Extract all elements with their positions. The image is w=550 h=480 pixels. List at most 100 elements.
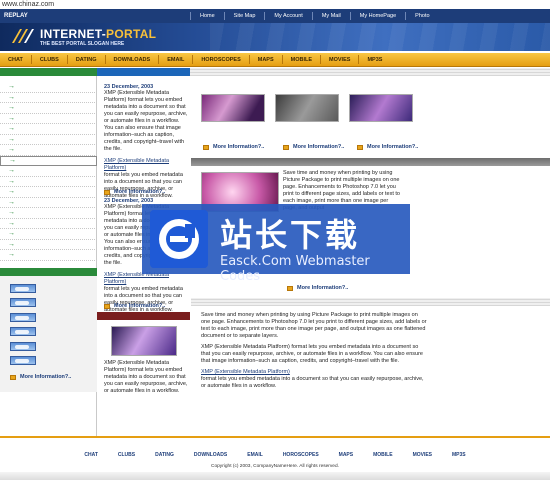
news-link[interactable]: XMP (Extensible Metadata Platform) <box>104 158 188 172</box>
list-item[interactable]: → <box>0 114 97 124</box>
footer-bottom-bar <box>0 472 550 480</box>
footer-nav-dating[interactable]: DATING <box>145 452 184 458</box>
footer-nav-downloads[interactable]: DOWNLOADS <box>184 452 237 458</box>
list-item[interactable]: → <box>0 250 97 261</box>
bullet-icon <box>287 285 293 291</box>
list-item[interactable]: → <box>0 145 97 156</box>
news-text: XMP (Extensible Metadata Platform) forma… <box>104 90 188 152</box>
link-home[interactable]: Home <box>191 13 224 19</box>
bullet-icon <box>357 144 363 150</box>
nav-dating[interactable]: DATING <box>68 57 105 63</box>
link-site-map[interactable]: Site Map <box>225 13 265 19</box>
thumbnail-image[interactable] <box>10 298 36 307</box>
arrow-right-icon: → <box>8 240 15 248</box>
thumbnail-image[interactable] <box>10 313 36 322</box>
top-utility-bar: REPLAY Home Site Map My Account My Mail … <box>0 9 550 23</box>
footer-nav-horoscopes[interactable]: HOROSCOPES <box>273 452 329 458</box>
nav-chat[interactable]: CHAT <box>0 57 31 63</box>
article-body: Save time and money when printing by usi… <box>201 312 427 390</box>
gallery-photo[interactable] <box>275 94 339 122</box>
left-thumbnail-panel: More Information?.. <box>0 276 97 392</box>
more-label: More Information?.. <box>297 285 349 291</box>
footer-nav-email[interactable]: EMAIL <box>237 452 273 458</box>
title-part-a: INTERNET- <box>40 27 107 41</box>
nav-email[interactable]: EMAIL <box>159 57 192 63</box>
list-item[interactable]: → <box>0 240 97 250</box>
arrow-right-icon: → <box>8 230 15 238</box>
news-text: format lets you embed metadata into a do… <box>104 172 183 199</box>
list-item[interactable]: → <box>0 93 97 103</box>
more-label: More Information?.. <box>114 303 166 309</box>
nav-downloads[interactable]: DOWNLOADS <box>106 57 159 63</box>
gray-divider-band <box>191 298 550 306</box>
link-photo[interactable]: Photo <box>406 13 438 19</box>
feature-more-link[interactable]: More Information?.. <box>287 285 348 291</box>
nav-movies[interactable]: MOVIES <box>321 57 358 63</box>
feature-photo[interactable] <box>111 326 177 356</box>
article-text: format lets you embed metadata into a do… <box>201 376 424 389</box>
list-item[interactable]: → <box>0 103 97 114</box>
left-green-bar <box>0 268 97 276</box>
thumbnail-image[interactable] <box>10 342 36 351</box>
news-link[interactable]: XMP (Extensible Metadata Platform) <box>104 272 188 286</box>
footer-nav-mobile[interactable]: MOBILE <box>363 452 402 458</box>
link-my-account[interactable]: My Account <box>265 13 311 19</box>
arrow-right-icon: → <box>8 209 15 217</box>
list-item[interactable]: → <box>0 82 97 93</box>
arrow-right-icon: → <box>8 135 15 143</box>
list-item[interactable]: → <box>0 177 97 187</box>
arrow-right-icon: → <box>8 251 15 259</box>
gallery-more-link-1[interactable]: More Information?.. <box>203 144 264 150</box>
more-label: More Information?.. <box>367 144 419 150</box>
footer-nav-movies[interactable]: MOVIES <box>403 452 442 458</box>
link-my-homepage[interactable]: My HomePage <box>351 13 405 19</box>
nav-maps[interactable]: MAPS <box>250 57 282 63</box>
thumbnail-image[interactable] <box>10 356 36 365</box>
gallery-more-link-3[interactable]: More Information?.. <box>357 144 418 150</box>
list-item[interactable]: → <box>0 135 97 145</box>
arrow-right-icon: → <box>8 198 15 206</box>
list-item[interactable]: → <box>0 219 97 229</box>
footer-nav-mp3s[interactable]: MP3S <box>442 452 476 458</box>
list-item[interactable]: → <box>0 208 97 219</box>
left-more-link[interactable]: More Information?.. <box>10 374 71 380</box>
nav-horoscopes[interactable]: HOROSCOPES <box>193 57 248 63</box>
footer-nav-chat[interactable]: CHAT <box>74 452 108 458</box>
arrow-right-icon: → <box>8 177 15 185</box>
list-item[interactable]: → <box>0 198 97 208</box>
gallery-photo[interactable] <box>201 94 265 122</box>
portal-logo-icon <box>12 29 34 43</box>
news-text: format lets you embed metadata into a do… <box>104 286 183 313</box>
middle-more-link-1[interactable]: More Information?.. <box>104 189 165 195</box>
middle-more-link-2[interactable]: More Information?.. <box>104 303 165 309</box>
nav-clubs[interactable]: CLUBS <box>32 57 67 63</box>
left-column: → → → → → → → → → → → → → → → → → More I… <box>0 76 97 436</box>
gallery-photo[interactable] <box>349 94 413 122</box>
nav-mp3s[interactable]: MP3S <box>359 57 390 63</box>
link-my-mail[interactable]: My Mail <box>313 13 350 19</box>
arrow-right-icon: → <box>8 167 15 175</box>
watermark-overlay: 站长下载 Easck.Com Webmaster Codes <box>142 204 410 284</box>
more-label: More Information?.. <box>20 374 72 380</box>
article-link[interactable]: XMP (Extensible Metadata Platform) <box>201 369 427 376</box>
more-label: More Information?.. <box>213 144 265 150</box>
list-item[interactable]: → <box>0 229 97 240</box>
arrow-right-icon: → <box>8 93 15 101</box>
list-item-selected[interactable]: → <box>0 155 97 166</box>
arrow-right-icon: → <box>8 188 15 196</box>
news-block-1: 23 December, 2003 XMP (Extensible Metada… <box>104 84 188 200</box>
site-title[interactable]: INTERNET-PORTAL <box>40 27 156 41</box>
replay-label: REPLAY <box>4 13 28 19</box>
footer-nav: CHAT CLUBS DATING DOWNLOADS EMAIL HOROSC… <box>0 450 550 460</box>
list-item[interactable]: → <box>0 166 97 177</box>
footer-nav-maps[interactable]: MAPS <box>329 452 363 458</box>
list-item[interactable]: → <box>0 187 97 198</box>
footer-nav-clubs[interactable]: CLUBS <box>108 452 145 458</box>
thumbnail-image[interactable] <box>10 327 36 336</box>
arrow-right-icon: → <box>8 104 15 112</box>
thumbnail-image[interactable] <box>10 284 36 293</box>
nav-mobile[interactable]: MOBILE <box>283 57 320 63</box>
arrow-right-icon: → <box>8 83 15 91</box>
gallery-more-link-2[interactable]: More Information?.. <box>283 144 344 150</box>
list-item[interactable]: → <box>0 124 97 135</box>
